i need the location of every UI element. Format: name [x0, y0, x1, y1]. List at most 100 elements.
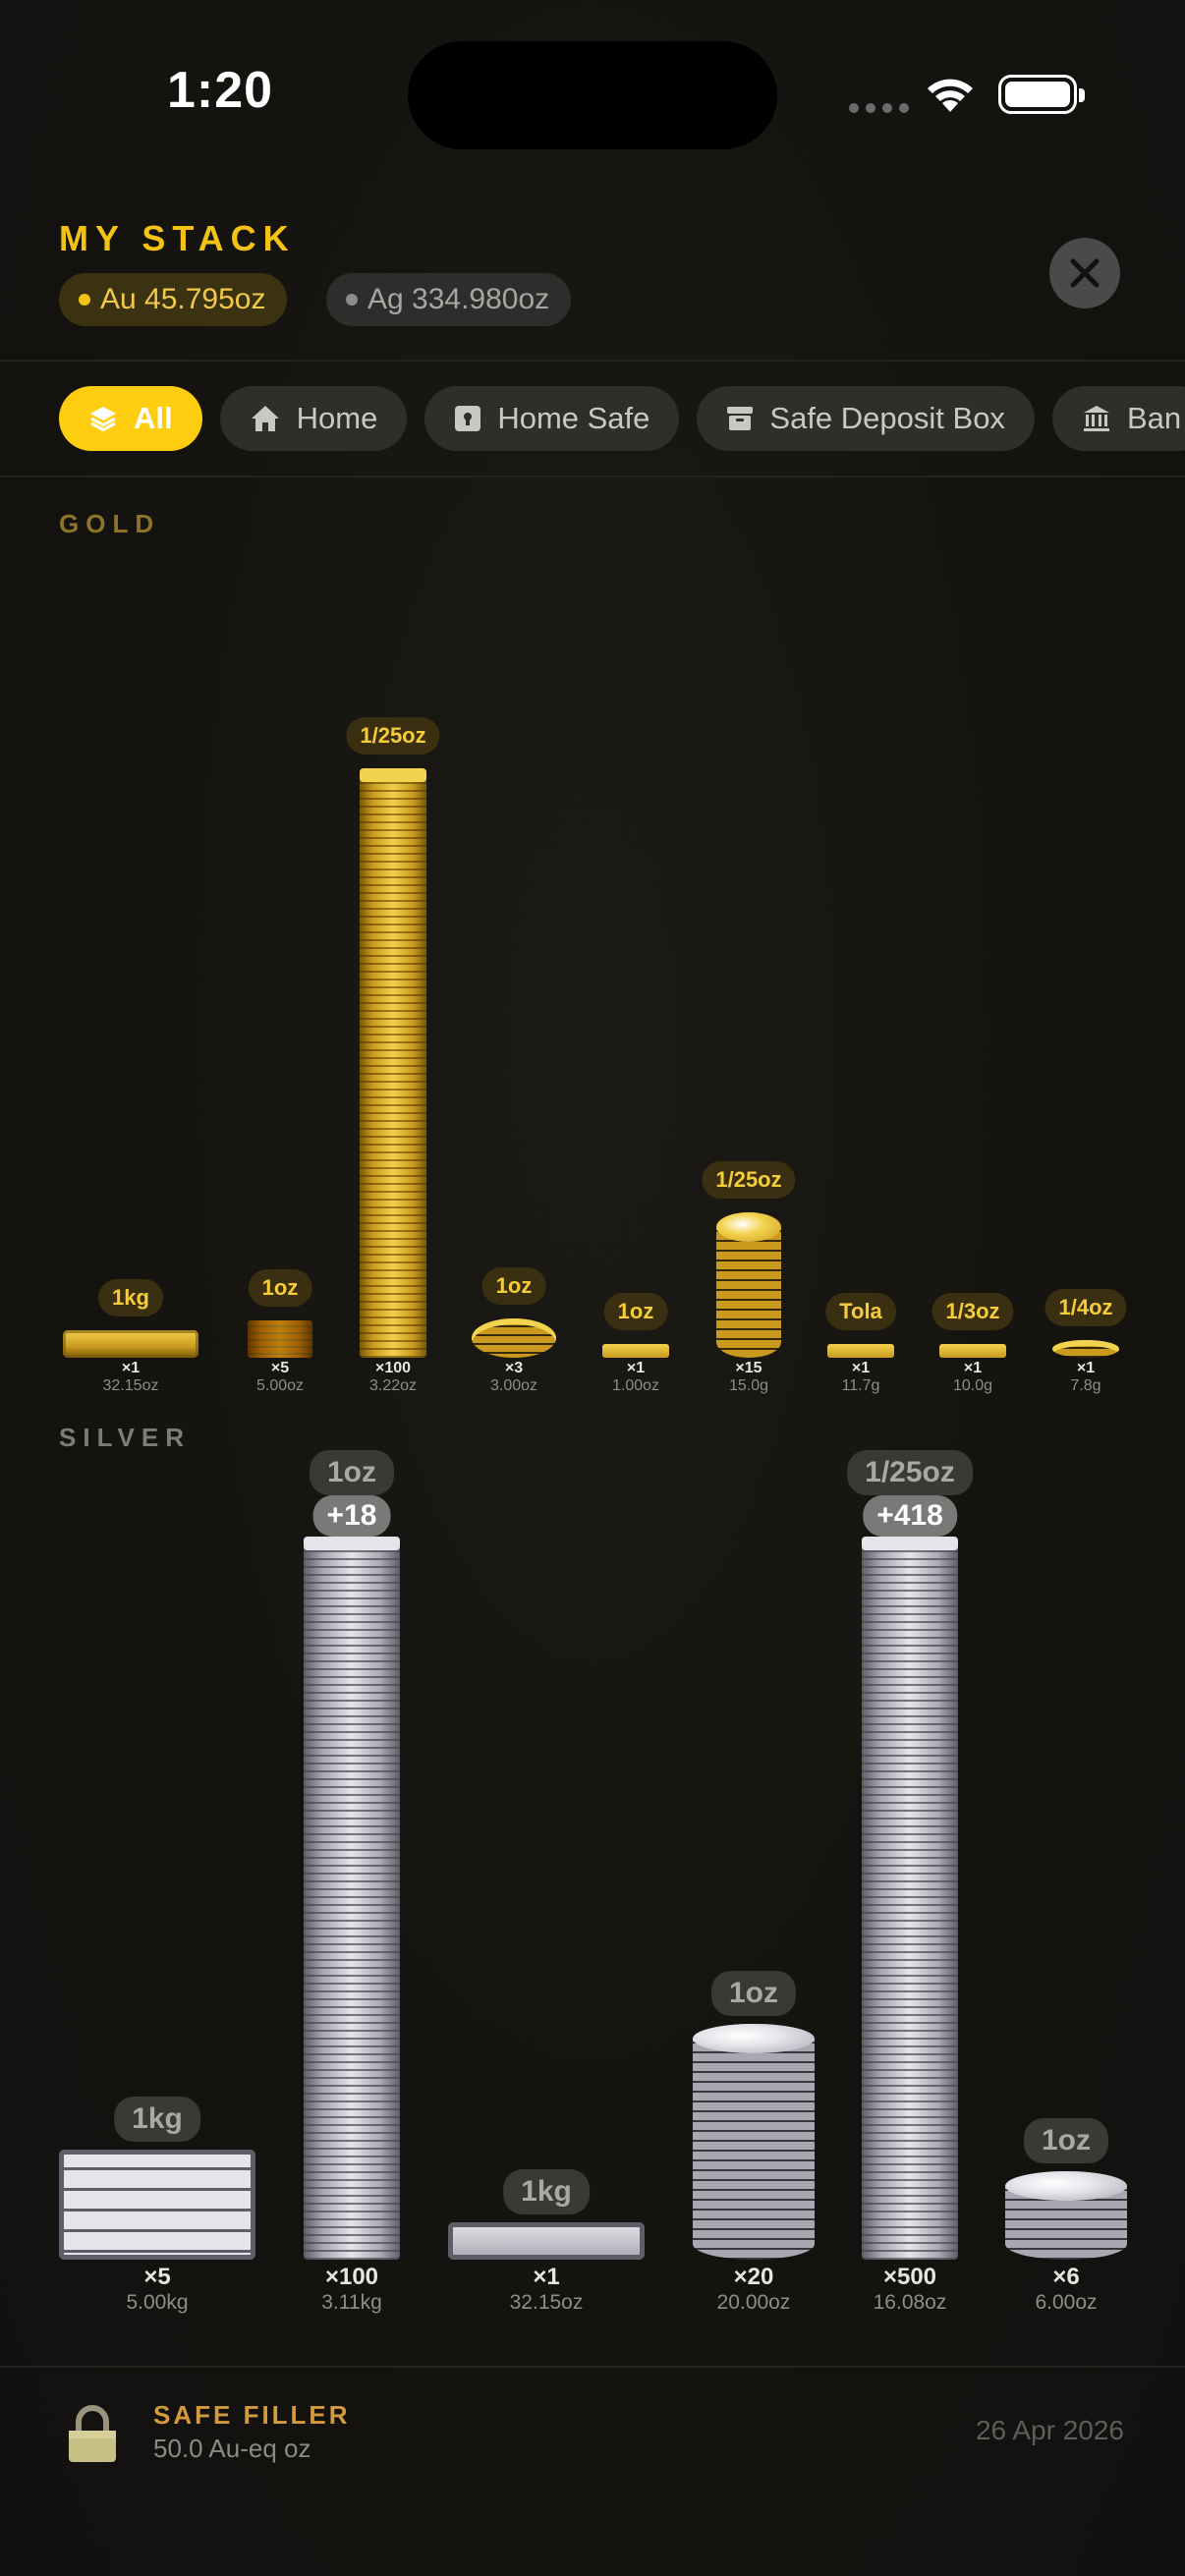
- coin-top-face: [716, 1212, 781, 1242]
- silver-unit-badge: 1kg: [114, 2097, 200, 2142]
- silver-weight-label: 16.08oz: [873, 2291, 947, 2314]
- coin-top-face: [1005, 2171, 1127, 2201]
- silver-count-label: ×100: [324, 2264, 379, 2290]
- silver-total-text: Ag 334.980oz: [367, 283, 550, 315]
- silver-weight-label: 6.00oz: [1035, 2291, 1098, 2314]
- tab-label: All: [134, 401, 173, 435]
- stack-top-cap: [862, 1537, 958, 1550]
- dynamic-island: [408, 41, 777, 149]
- gold-count-label: ×3: [504, 1360, 524, 1376]
- bank-icon: [1082, 404, 1111, 433]
- tab-label: Safe Deposit Box: [769, 401, 1005, 435]
- stack-top-cap: [304, 1537, 400, 1550]
- gold-total-text: Au 45.795oz: [100, 283, 266, 315]
- silver-tall-coin-stack: [862, 1537, 958, 2260]
- date-label: 26 Apr 2026: [975, 2415, 1124, 2445]
- page-title: MY STACK: [59, 218, 296, 258]
- gold-unit-badge: 1/3oz: [931, 1293, 1014, 1330]
- silver-section-label: SILVER: [59, 1423, 191, 1452]
- gold-count-label: ×1: [1076, 1360, 1096, 1376]
- gold-weight-label: 5.00oz: [255, 1377, 305, 1394]
- gold-weight-label: 15.0g: [728, 1377, 769, 1394]
- silver-weight-label: 20.00oz: [716, 2291, 791, 2314]
- gold-count-label: ×1: [851, 1360, 871, 1376]
- tab-home-safe[interactable]: Home Safe: [424, 386, 680, 451]
- tab-all[interactable]: All: [59, 386, 202, 451]
- silver-total-badge: Ag 334.980oz: [326, 273, 572, 326]
- silver-count-label: ×5: [143, 2264, 171, 2290]
- tab-label: Home: [296, 401, 378, 435]
- gold-thin-bar: [939, 1344, 1006, 1358]
- gold-section-label: GOLD: [59, 509, 161, 538]
- gold-thin-bar: [827, 1344, 894, 1358]
- gold-count-label: ×5: [270, 1360, 290, 1376]
- safe-filler-subtitle: 50.0 Au-eq oz: [153, 2434, 311, 2463]
- close-icon: [1070, 258, 1100, 288]
- silver-count-label: ×1: [533, 2264, 560, 2290]
- gold-unit-badge: 1oz: [248, 1269, 312, 1307]
- silver-weight-label: 5.00kg: [126, 2291, 189, 2314]
- close-button[interactable]: [1049, 238, 1120, 308]
- gold-weight-label: 10.0g: [952, 1377, 993, 1394]
- divider: [0, 360, 1185, 362]
- tab-label: Home Safe: [497, 401, 650, 435]
- gold-unit-badge: 1/25oz: [346, 717, 440, 755]
- silver-tall-coin-stack: [304, 1537, 400, 2260]
- gold-count-label: ×100: [374, 1360, 412, 1376]
- silver-count-label: ×20: [733, 2264, 774, 2290]
- silver-unit-badge: 1oz: [309, 1450, 395, 1495]
- coin-top-face: [693, 2024, 815, 2053]
- gold-coin-stack: [716, 1212, 781, 1358]
- wifi-icon: [924, 75, 977, 119]
- silver-dot-icon: [346, 294, 358, 306]
- gold-count-label: ×1: [963, 1360, 983, 1376]
- gold-weight-label: 7.8g: [1070, 1377, 1101, 1394]
- silver-unit-badge: 1oz: [710, 1971, 797, 2016]
- tab-label: Ban: [1126, 401, 1182, 435]
- gold-tall-coin-stack: [360, 768, 426, 1358]
- gold-count-label: ×1: [626, 1360, 646, 1376]
- silver-count-label: ×6: [1052, 2264, 1080, 2290]
- gold-small-bar-stack: [248, 1320, 312, 1358]
- gold-unit-badge: 1kg: [98, 1279, 163, 1316]
- silver-weight-label: 32.15oz: [509, 2291, 584, 2314]
- layers-icon: [88, 404, 118, 433]
- gold-weight-label: 11.7g: [841, 1377, 880, 1394]
- gold-dot-icon: [79, 294, 90, 306]
- gold-unit-badge: 1oz: [481, 1267, 546, 1305]
- overflow-count-badge: +18: [312, 1495, 391, 1537]
- gold-unit-badge: Tola: [825, 1293, 896, 1330]
- gold-unit-badge: 1/25oz: [702, 1161, 796, 1199]
- gold-total-badge: Au 45.795oz: [59, 273, 288, 326]
- gold-bar-stack: [63, 1330, 198, 1358]
- archive-box-icon: [726, 405, 754, 432]
- gold-weight-label: 32.15oz: [102, 1377, 159, 1394]
- silver-bar-stack: [59, 2150, 255, 2260]
- silver-bar-stack: [448, 2222, 645, 2260]
- divider: [0, 2366, 1185, 2368]
- gold-weight-label: 1.00oz: [611, 1377, 660, 1394]
- tab-bank[interactable]: Ban: [1051, 386, 1185, 451]
- location-filter-tabs: All Home Home Safe Safe Deposit Box Ban: [59, 386, 1185, 451]
- gold-count-label: ×1: [121, 1360, 141, 1376]
- stack-top-cap: [360, 768, 426, 782]
- gold-weight-label: 3.00oz: [489, 1377, 538, 1394]
- gold-unit-badge: 1/4oz: [1044, 1289, 1127, 1326]
- gold-weight-label: 3.22oz: [368, 1377, 418, 1394]
- silver-unit-badge: 1/25oz: [847, 1450, 973, 1495]
- safe-filler-title: SAFE FILLER: [153, 2400, 351, 2430]
- battery-icon: [998, 75, 1085, 114]
- coin-stack: [1052, 1340, 1119, 1358]
- safe-icon: [454, 405, 481, 432]
- silver-coin-stack: [1005, 2171, 1127, 2260]
- gold-unit-badge: 1oz: [603, 1293, 668, 1330]
- silver-weight-label: 3.11kg: [321, 2291, 382, 2314]
- overflow-count-badge: +418: [863, 1495, 957, 1537]
- cellular-signal-icon: [849, 103, 909, 113]
- silver-unit-badge: 1kg: [503, 2169, 590, 2214]
- status-time: 1:20: [167, 62, 274, 119]
- lock-icon: [65, 2405, 120, 2469]
- tab-safe-deposit-box[interactable]: Safe Deposit Box: [697, 386, 1035, 451]
- tab-home[interactable]: Home: [219, 386, 408, 451]
- gold-thin-bar: [602, 1344, 669, 1358]
